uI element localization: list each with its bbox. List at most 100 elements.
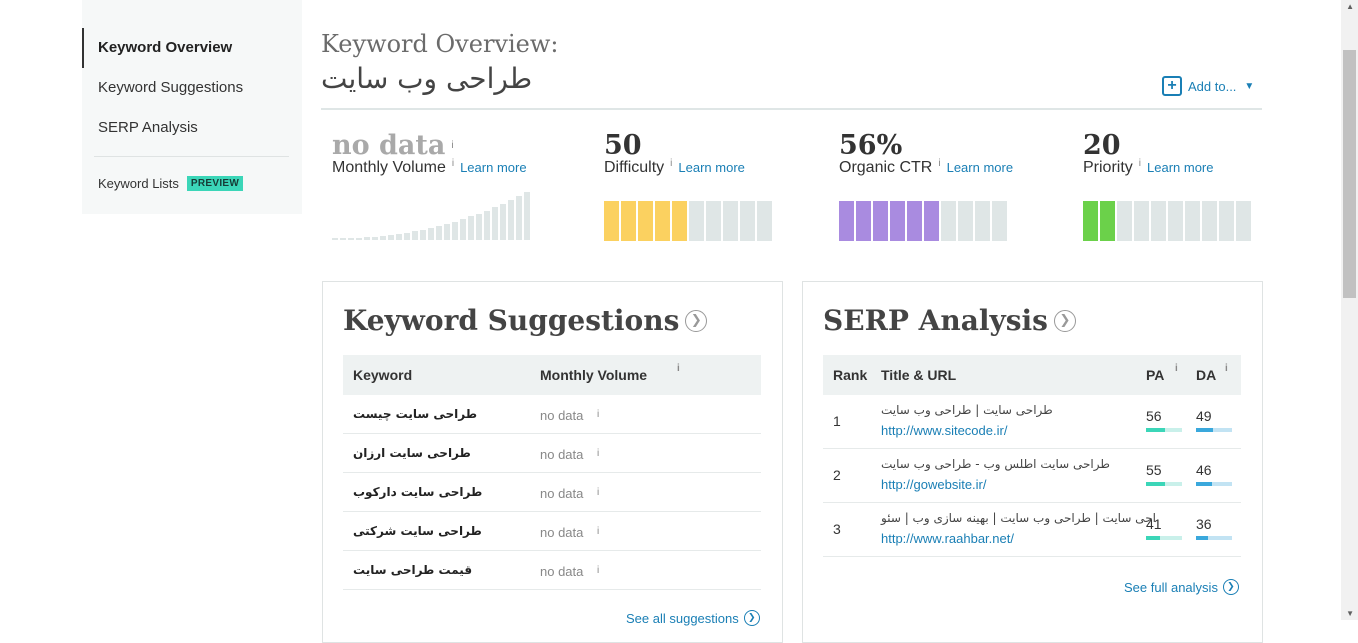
see-all-suggestions-link[interactable]: See all suggestions ❯ <box>626 610 760 626</box>
sidebar-item-keyword-lists[interactable]: Keyword Lists PREVIEW <box>98 176 244 191</box>
column-title-url: Title & URL <box>881 367 957 383</box>
volume-trend-bar <box>396 233 402 240</box>
table-row: 2 طراحی سایت اطلس وب - طراحی وب سایت http:… <box>823 449 1241 503</box>
meter-segment <box>655 201 670 241</box>
info-icon[interactable]: i <box>1175 363 1178 374</box>
scroll-down-arrow-icon[interactable]: ▼ <box>1346 609 1354 618</box>
info-icon[interactable]: i <box>597 487 599 498</box>
volume-trend-bar <box>332 238 338 240</box>
meter-segment <box>1185 201 1200 241</box>
da-value: 36 <box>1196 516 1212 532</box>
info-icon[interactable]: i <box>597 526 599 537</box>
sidebar-divider <box>94 156 289 157</box>
keyword-cell[interactable]: قیمت طراحی سایت <box>353 563 472 577</box>
meter-segment <box>621 201 636 241</box>
volume-trend-bar <box>340 237 346 240</box>
info-icon[interactable]: i <box>597 448 599 459</box>
da-bar-fill <box>1196 482 1212 486</box>
meter-segment <box>941 201 956 241</box>
volume-trend-bar <box>524 192 530 240</box>
page-scrollbar[interactable]: ▲ ▼ <box>1341 0 1358 620</box>
page-title: طراحی وب سایت <box>321 62 533 95</box>
table-row[interactable]: طراحی سایت ارزان no data i <box>343 434 761 473</box>
da-bar <box>1196 482 1232 486</box>
keyword-cell[interactable]: طراحی سایت ارزان <box>353 446 471 460</box>
table-row[interactable]: طراحی سایت شرکتی no data i <box>343 512 761 551</box>
sidebar-item-keyword-overview[interactable]: Keyword Overview <box>82 28 302 68</box>
info-icon[interactable]: i <box>938 158 940 169</box>
info-icon[interactable]: i <box>597 565 599 576</box>
meter-segment <box>1219 201 1234 241</box>
info-icon[interactable]: i <box>452 158 454 169</box>
learn-more-link[interactable]: Learn more <box>460 160 526 175</box>
scrollbar-thumb[interactable] <box>1343 50 1356 298</box>
table-row[interactable]: قیمت طراحی سایت no data i <box>343 551 761 590</box>
volume-trend-bar <box>460 219 466 240</box>
info-icon[interactable]: i <box>597 409 599 420</box>
ctr-meter <box>839 201 1009 241</box>
priority-value: 20 <box>1083 130 1121 161</box>
learn-more-link[interactable]: Learn more <box>678 160 744 175</box>
meter-segment <box>856 201 871 241</box>
pa-bar-fill <box>1146 482 1165 486</box>
meter-segment <box>604 201 619 241</box>
table-row[interactable]: طراحی سایت دارکوب no data i <box>343 473 761 512</box>
sidebar: Keyword Overview Keyword Suggestions SER… <box>82 0 302 214</box>
meter-segment <box>890 201 905 241</box>
column-pa: PA <box>1146 367 1165 383</box>
meter-segment <box>723 201 738 241</box>
info-icon[interactable]: i <box>670 158 672 169</box>
header-divider <box>321 108 1262 110</box>
result-title: طراحی سایت اطلس وب - طراحی وب سایت <box>881 457 1110 471</box>
add-to-button[interactable]: + Add to... ▼ <box>1162 76 1254 96</box>
learn-more-link[interactable]: Learn more <box>1147 160 1213 175</box>
meter-segment <box>1202 201 1217 241</box>
scroll-up-arrow-icon[interactable]: ▲ <box>1346 2 1354 11</box>
meter-segment <box>992 201 1007 241</box>
difficulty-meter <box>604 201 774 241</box>
volume-trend-bar <box>444 223 450 240</box>
info-icon[interactable]: i <box>1139 158 1141 169</box>
info-icon[interactable]: i <box>451 140 453 151</box>
result-url-link[interactable]: http://gowebsite.ir/ <box>881 477 987 492</box>
info-icon[interactable]: i <box>677 363 680 374</box>
learn-more-link[interactable]: Learn more <box>947 160 1013 175</box>
see-full-analysis-link[interactable]: See full analysis ❯ <box>1124 579 1239 595</box>
ctr-label: Organic CTR <box>839 159 933 176</box>
card-title-text: SERP Analysis <box>823 304 1048 337</box>
table-row[interactable]: طراحی سایت چیست no data i <box>343 395 761 434</box>
chevron-right-icon: ❯ <box>1053 309 1076 332</box>
volume-cell: no data <box>540 408 584 423</box>
meter-segment <box>1151 201 1166 241</box>
sidebar-item-serp-analysis[interactable]: SERP Analysis <box>82 108 302 148</box>
volume-trend-bar <box>476 213 482 240</box>
priority-label: Priority <box>1083 159 1133 176</box>
metric-organic-ctr: 56% Organic CTR i Learn more <box>839 130 1013 177</box>
serp-analysis-title[interactable]: SERP Analysis ❯ <box>823 304 1076 337</box>
sidebar-item-keyword-suggestions[interactable]: Keyword Suggestions <box>82 68 302 108</box>
result-url-link[interactable]: http://www.sitecode.ir/ <box>881 423 1007 438</box>
meter-segment <box>975 201 990 241</box>
volume-trend-bar <box>372 236 378 240</box>
volume-trend-bar <box>452 221 458 240</box>
keyword-cell[interactable]: طراحی سایت دارکوب <box>353 485 482 499</box>
result-url-link[interactable]: http://www.raahbar.net/ <box>881 531 1014 546</box>
chevron-right-icon: ❯ <box>743 610 760 626</box>
volume-trend-bar <box>356 237 362 240</box>
column-keyword: Keyword <box>353 367 413 383</box>
meter-segment <box>839 201 854 241</box>
meter-segment <box>757 201 772 241</box>
volume-trend-bar <box>436 226 442 240</box>
meter-segment <box>1134 201 1149 241</box>
metric-priority: 20 Priority i Learn more <box>1083 130 1214 177</box>
info-icon[interactable]: i <box>1225 363 1228 374</box>
metric-monthly-volume: no data i Monthly Volume i Learn more <box>332 130 527 177</box>
volume-trend-bar <box>484 210 490 240</box>
keyword-suggestions-title[interactable]: Keyword Suggestions ❯ <box>343 304 708 337</box>
keyword-cell[interactable]: طراحی سایت شرکتی <box>353 524 482 538</box>
volume-trend-bar <box>500 203 506 240</box>
volume-trend-bar <box>492 207 498 240</box>
keyword-cell[interactable]: طراحی سایت چیست <box>353 407 477 421</box>
rank-cell: 1 <box>833 413 841 429</box>
da-bar-fill <box>1196 536 1208 540</box>
